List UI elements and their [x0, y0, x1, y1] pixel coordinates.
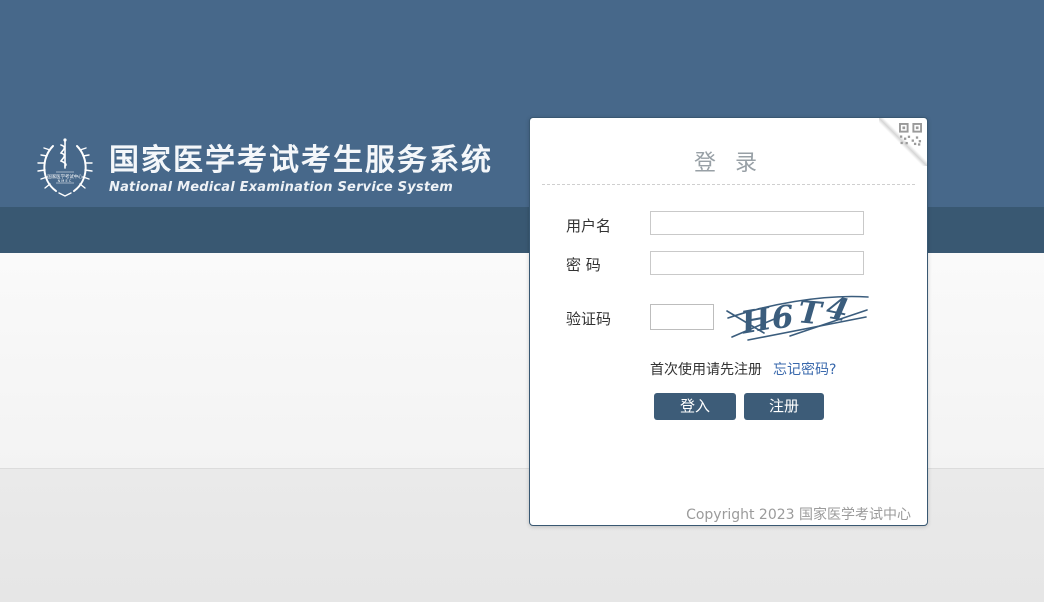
- login-title: 登 录: [694, 151, 763, 176]
- username-label: 用户名: [566, 217, 612, 235]
- username-input[interactable]: [650, 211, 864, 235]
- brand: 国家医学考试中心 NMEC 国家医学考试考生服务系统 National Medi…: [33, 136, 493, 200]
- site-title: 国家医学考试考生服务系统: [109, 143, 493, 178]
- qr-code-icon: [899, 123, 922, 146]
- login-button[interactable]: 登入: [654, 393, 736, 420]
- title-divider: [542, 184, 915, 185]
- site-subtitle: National Medical Examination Service Sys…: [109, 180, 454, 195]
- nmec-emblem-icon: 国家医学考试中心 NMEC: [37, 138, 93, 197]
- page: 国家医学考试中心 NMEC 国家医学考试考生服务系统 National Medi…: [0, 0, 1044, 602]
- captcha-input[interactable]: [650, 304, 714, 330]
- emblem-text-en: NMEC: [58, 179, 73, 183]
- password-label: 密 码: [566, 256, 601, 274]
- register-button[interactable]: 注册: [744, 393, 824, 420]
- forgot-password-link[interactable]: 忘记密码?: [773, 359, 836, 379]
- password-input[interactable]: [650, 251, 864, 275]
- captcha-label: 验证码: [566, 310, 612, 328]
- login-panel: 登 录 用户名 密 码 验证码 H 6 T 4 首次使用请先注册 忘记密码? 登…: [529, 117, 928, 526]
- register-hint: 首次使用请先注册: [650, 362, 762, 378]
- captcha-image[interactable]: H 6 T 4: [726, 290, 870, 344]
- copyright-text: Copyright 2023 国家医学考试中心: [686, 507, 911, 523]
